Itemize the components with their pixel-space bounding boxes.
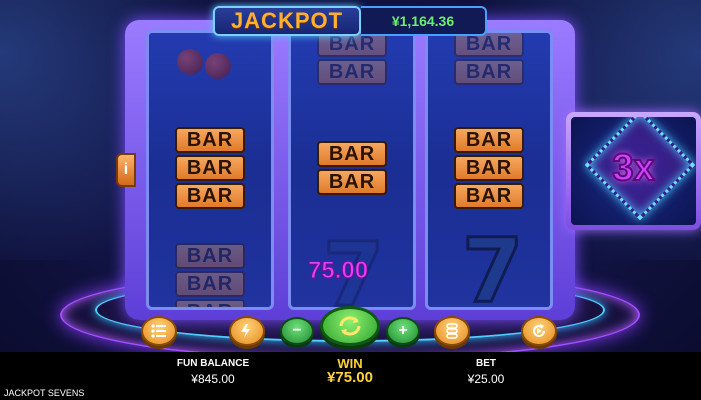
bar-symbol: BAR	[454, 127, 524, 153]
bar-stack-dim: BAR BAR	[317, 33, 387, 85]
turbo-button[interactable]	[229, 316, 265, 346]
spin-arrows-icon	[339, 316, 361, 336]
info-icon: i	[123, 161, 129, 178]
balance-label: FUN BALANCE	[176, 358, 250, 369]
game-stage: BAR BAR BAR BAR BAR BAR BAR BAR BAR BAR …	[0, 0, 701, 400]
win-value: ¥75.00	[327, 369, 373, 386]
info-button[interactable]: i	[116, 153, 136, 187]
decrease-bet-button[interactable]: −	[280, 317, 314, 345]
increase-bet-button[interactable]: +	[386, 317, 420, 345]
bar-symbol: BAR	[175, 299, 245, 307]
reel-3: BAR BAR BAR BAR BAR 7	[425, 30, 553, 310]
bar-stack: BAR BAR BAR	[175, 127, 245, 209]
multiplier-value: 3x	[611, 146, 655, 190]
plus-icon: +	[398, 322, 408, 339]
reel-1: BAR BAR BAR BAR BAR BAR	[146, 30, 274, 310]
bet-button[interactable]	[434, 316, 470, 346]
menu-button[interactable]	[141, 316, 177, 346]
bar-stack-dim: BAR BAR	[454, 33, 524, 85]
autoplay-icon	[533, 324, 545, 337]
multiplier-panel: 3x	[566, 112, 701, 230]
jackpot-amount-box: ¥1,164.36	[361, 6, 487, 36]
game-title: JACKPOT SEVENS	[4, 388, 85, 398]
bar-symbol: BAR	[317, 141, 387, 167]
balance-value: ¥845.00	[191, 372, 235, 386]
cherry-icon	[205, 53, 231, 79]
bar-symbol: BAR	[175, 243, 245, 269]
bar-stack: BAR BAR BAR	[454, 127, 524, 209]
bar-stack-dim: BAR BAR BAR	[175, 243, 245, 307]
seven-symbol: 7	[460, 218, 524, 310]
coin-stack-icon	[446, 323, 458, 339]
bar-symbol: BAR	[454, 183, 524, 209]
bar-symbol: BAR	[175, 271, 245, 297]
bet-value: ¥25.00	[467, 372, 505, 386]
bar-symbol: BAR	[175, 127, 245, 153]
bar-symbol: BAR	[175, 155, 245, 181]
minus-icon: −	[292, 322, 302, 339]
multiplier-inner: 3x	[571, 117, 696, 225]
bar-symbol: BAR	[175, 183, 245, 209]
bar-symbol: BAR	[317, 59, 387, 85]
lightning-icon	[241, 324, 250, 338]
spin-button[interactable]	[320, 306, 380, 346]
jackpot-value: ¥1,164.36	[391, 13, 455, 29]
menu-icon	[151, 324, 166, 338]
bar-symbol: BAR	[454, 155, 524, 181]
bet-label: BET	[476, 358, 496, 369]
reel-win-amount: 75.00	[307, 257, 369, 285]
cherry-icon	[177, 49, 203, 75]
jackpot-label: JACKPOT	[230, 8, 344, 33]
bar-stack: BAR BAR	[317, 141, 387, 195]
jackpot-banner: JACKPOT	[213, 6, 361, 36]
bar-symbol: BAR	[454, 59, 524, 85]
bar-symbol: BAR	[317, 169, 387, 195]
autoplay-button[interactable]	[521, 316, 557, 346]
